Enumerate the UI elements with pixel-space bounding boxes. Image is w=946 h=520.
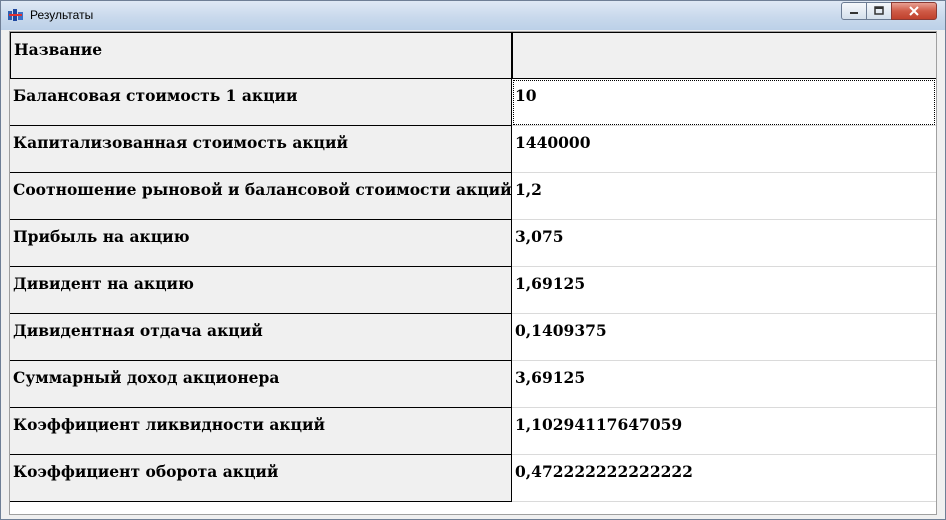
results-grid[interactable]: Название Балансовая стоимость 1 акции 10… [9,31,937,515]
table-row: Дивидент на акцию 1,69125 [10,267,936,314]
row-value-cell[interactable]: 3,075 [512,220,936,267]
close-icon [909,6,919,16]
row-name-cell[interactable]: Соотношение рыновой и балансовой стоимос… [10,173,512,220]
results-window: Результаты Название Балансовая стоимость… [0,0,946,520]
table-row: Дивидентная отдача акций 0,1409375 [10,314,936,361]
table-row: Коэффициент оборота акций 0,472222222222… [10,455,936,502]
minimize-icon [850,12,858,14]
header-value-cell[interactable] [512,32,936,79]
app-icon [8,9,23,21]
row-value-cell[interactable]: 0,1409375 [512,314,936,361]
window-title: Результаты [30,8,94,22]
table-row: Коэффициент ликвидности акций 1,10294117… [10,408,936,455]
table-row: Суммарный доход акционера 3,69125 [10,361,936,408]
table-row: Прибыль на акцию 3,075 [10,220,936,267]
row-value-cell[interactable]: 1,2 [512,173,936,220]
table-row: Соотношение рыновой и балансовой стоимос… [10,173,936,220]
table-row: Капитализованная стоимость акций 1440000 [10,126,936,173]
close-button[interactable] [891,2,937,20]
table-header-row: Название [10,32,936,79]
row-value-cell[interactable]: 1440000 [512,126,936,173]
title-bar[interactable]: Результаты [1,1,945,30]
row-name-cell[interactable]: Прибыль на акцию [10,220,512,267]
row-name-cell[interactable]: Дивидентная отдача акций [10,314,512,361]
row-value-cell[interactable]: 0,472222222222222 [512,455,936,502]
row-value-cell[interactable]: 3,69125 [512,361,936,408]
header-name-cell[interactable]: Название [10,32,512,79]
table-row: Балансовая стоимость 1 акции 10 [10,79,936,126]
minimize-button[interactable] [841,2,867,20]
row-name-cell[interactable]: Балансовая стоимость 1 акции [10,79,512,126]
row-value-cell[interactable]: 1,10294117647059 [512,408,936,455]
maximize-icon [874,6,884,15]
row-value-cell[interactable]: 1,69125 [512,267,936,314]
row-value-cell[interactable]: 10 [512,79,936,126]
maximize-button[interactable] [866,2,892,20]
row-name-cell[interactable]: Дивидент на акцию [10,267,512,314]
row-name-cell[interactable]: Коэффициент ликвидности акций [10,408,512,455]
row-name-cell[interactable]: Суммарный доход акционера [10,361,512,408]
row-name-cell[interactable]: Коэффициент оборота акций [10,455,512,502]
row-name-cell[interactable]: Капитализованная стоимость акций [10,126,512,173]
